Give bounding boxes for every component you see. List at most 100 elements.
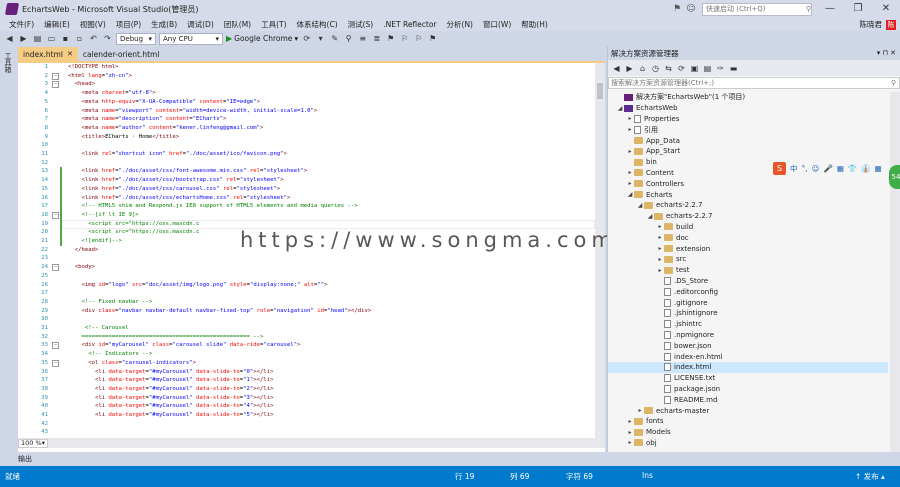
code-line[interactable]: 12 [18, 159, 595, 168]
tree-item[interactable]: ▸ 引用 [608, 124, 888, 135]
fold-toggle-icon[interactable]: − [52, 342, 59, 350]
configuration-select[interactable]: Debug ▾ [116, 32, 156, 45]
code-line[interactable]: 8 <meta name="author" content="kener.lin… [18, 124, 595, 133]
tree-item[interactable]: ◢ Echarts [608, 189, 888, 200]
menu-item[interactable]: 体系结构(C) [292, 19, 343, 30]
code-line[interactable]: 26 <img id="logo" src="doc/asset/img/log… [18, 281, 595, 290]
code-area[interactable]: 1 <!DOCTYPE html> 2− <html lang="zh-cn"> 3− … [18, 63, 595, 444]
comment-icon[interactable]: ✎ [329, 34, 340, 43]
tree-item[interactable]: .DS_Store [608, 276, 888, 287]
close-button[interactable]: ✕ [872, 0, 900, 18]
code-line[interactable]: 1 <!DOCTYPE html> [18, 63, 595, 72]
clear-bookmarks-icon[interactable]: ⚑ [427, 34, 438, 43]
tree-item[interactable]: ▸ Models [608, 427, 888, 438]
tab-index-html[interactable]: index.html ✕ [18, 47, 78, 61]
expand-arrow-icon[interactable]: ▸ [626, 169, 634, 176]
ime-item-icon[interactable]: 👔 [861, 164, 870, 173]
ime-item-icon[interactable]: 👕 [848, 164, 857, 173]
code-line[interactable]: 32 =====================================… [18, 333, 595, 342]
ime-item-icon[interactable]: 🎤 [823, 164, 832, 173]
code-line[interactable]: 25 [18, 272, 595, 281]
expand-arrow-icon[interactable]: ▸ [656, 245, 664, 252]
code-line[interactable]: 14 <link href="./doc/asset/css/bootstrap… [18, 176, 595, 185]
expand-arrow-icon[interactable]: ▸ [656, 234, 664, 241]
tree-item[interactable]: .jshintignore [608, 308, 888, 319]
ime-item-icon[interactable]: 中 [790, 163, 798, 174]
menu-item[interactable]: 测试(S) [343, 19, 379, 30]
menu-item[interactable]: 分析(N) [442, 19, 478, 30]
code-line[interactable]: 31 <!-- Carousel [18, 324, 595, 333]
code-line[interactable]: 9 <title>ECharts · Home</title> [18, 133, 595, 142]
code-line[interactable]: 43 [18, 428, 595, 437]
code-line[interactable]: 30 [18, 315, 595, 324]
tree-item[interactable]: .jshintrc [608, 319, 888, 330]
menu-item[interactable]: 调试(D) [182, 19, 219, 30]
expand-arrow-icon[interactable]: ◢ [626, 191, 634, 198]
browser-link-icon[interactable]: ▾ [315, 34, 326, 43]
menu-item[interactable]: .NET Reflector [378, 20, 441, 29]
expand-arrow-icon[interactable]: ▸ [626, 148, 634, 155]
preview-icon[interactable]: ▬ [728, 64, 739, 73]
quick-launch-input[interactable]: 快速启动 (Ctrl+Q) ⚲ [702, 2, 812, 16]
code-line[interactable]: 27 [18, 289, 595, 298]
code-line[interactable]: 29 <div class="navbar navbar-default nav… [18, 307, 595, 316]
tree-item[interactable]: ◢ echarts-2.2.7 [608, 211, 888, 222]
menu-item[interactable]: 视图(V) [75, 19, 111, 30]
fold-toggle-icon[interactable]: − [52, 72, 59, 80]
menu-item[interactable]: 帮助(H) [516, 19, 553, 30]
ime-item-icon[interactable]: ☺ [812, 164, 820, 173]
menu-item[interactable]: 团队(M) [219, 19, 256, 30]
menu-item[interactable]: 编辑(E) [39, 19, 75, 30]
tree-item[interactable]: ▸ echarts-master [608, 405, 888, 416]
code-line[interactable]: 35− <ol class="carousel-indicators"> [18, 359, 595, 368]
code-line[interactable]: 23 [18, 254, 595, 263]
expand-arrow-icon[interactable]: ▸ [656, 267, 664, 274]
code-line[interactable]: 36 <li data-target="#myCarousel" data-sl… [18, 368, 595, 377]
restore-button[interactable]: ❐ [844, 0, 872, 18]
tree-item[interactable]: .npmignore [608, 330, 888, 341]
code-line[interactable]: 13 <link href="./doc/asset/css/font-awes… [18, 167, 595, 176]
code-line[interactable]: 40 <li data-target="#myCarousel" data-sl… [18, 402, 595, 411]
code-line[interactable]: 34 <!-- Indicators --> [18, 350, 595, 359]
tree-item[interactable]: ▸ test [608, 265, 888, 276]
code-line[interactable]: 42 [18, 420, 595, 429]
code-line[interactable]: 41 <li data-target="#myCarousel" data-sl… [18, 411, 595, 420]
tree-item[interactable]: ▸ obj [608, 438, 888, 449]
ime-item-icon[interactable]: °, [802, 164, 808, 173]
scroll-thumb[interactable] [597, 83, 603, 99]
collapse-all-icon[interactable]: ▣ [689, 64, 700, 73]
ime-item-icon[interactable]: ▦ [837, 164, 844, 173]
expand-arrow-icon[interactable]: ◢ [636, 202, 644, 209]
bookmark-icon[interactable]: ⚑ [385, 34, 396, 43]
code-line[interactable]: 11 <link rel="shortcut icon" href="./doc… [18, 150, 595, 159]
open-file-icon[interactable]: ▭ [46, 34, 57, 43]
code-line[interactable]: 28 <!-- Fixed navbar --> [18, 298, 595, 307]
output-tab[interactable]: 输出 [18, 454, 32, 464]
tree-item[interactable]: ▸ Controllers [608, 178, 888, 189]
forward-icon[interactable]: ▶ [18, 34, 29, 43]
back-icon[interactable]: ◀ [611, 64, 622, 73]
solution-search-input[interactable]: 搜索解决方案资源管理器(Ctrl+;) ⚲ [608, 77, 900, 89]
outdent-icon[interactable]: ≣ [371, 34, 382, 43]
minimize-button[interactable]: — [816, 0, 844, 18]
history-icon[interactable]: ◷ [650, 64, 661, 73]
expand-arrow-icon[interactable]: ▸ [626, 418, 634, 425]
tree-item[interactable]: ▸ App_Start [608, 146, 888, 157]
side-bubble[interactable]: 54 [889, 165, 900, 189]
code-line[interactable]: 24− <body> [18, 263, 595, 272]
code-line[interactable]: 4 <meta charset="utf-8"> [18, 89, 595, 98]
expand-arrow-icon[interactable]: ▸ [626, 180, 634, 187]
tree-item[interactable]: ▸ Properties [608, 114, 888, 125]
code-line[interactable]: 18− <!--[if lt IE 9]> [18, 211, 595, 220]
code-line[interactable]: 10 [18, 141, 595, 150]
fold-toggle-icon[interactable]: − [52, 81, 59, 89]
menu-item[interactable]: 工具(T) [256, 19, 291, 30]
tree-item[interactable]: .gitignore [608, 297, 888, 308]
tree-item[interactable]: index.html [608, 362, 888, 373]
home-icon[interactable]: ⌂ [637, 64, 648, 73]
code-line[interactable]: 39 <li data-target="#myCarousel" data-sl… [18, 394, 595, 403]
toolbox-label[interactable]: 工具箱 [3, 52, 13, 73]
tree-item[interactable]: ▸ doc [608, 232, 888, 243]
zoom-select[interactable]: 100 % ▾ [18, 438, 48, 448]
code-line[interactable]: 38 <li data-target="#myCarousel" data-sl… [18, 385, 595, 394]
